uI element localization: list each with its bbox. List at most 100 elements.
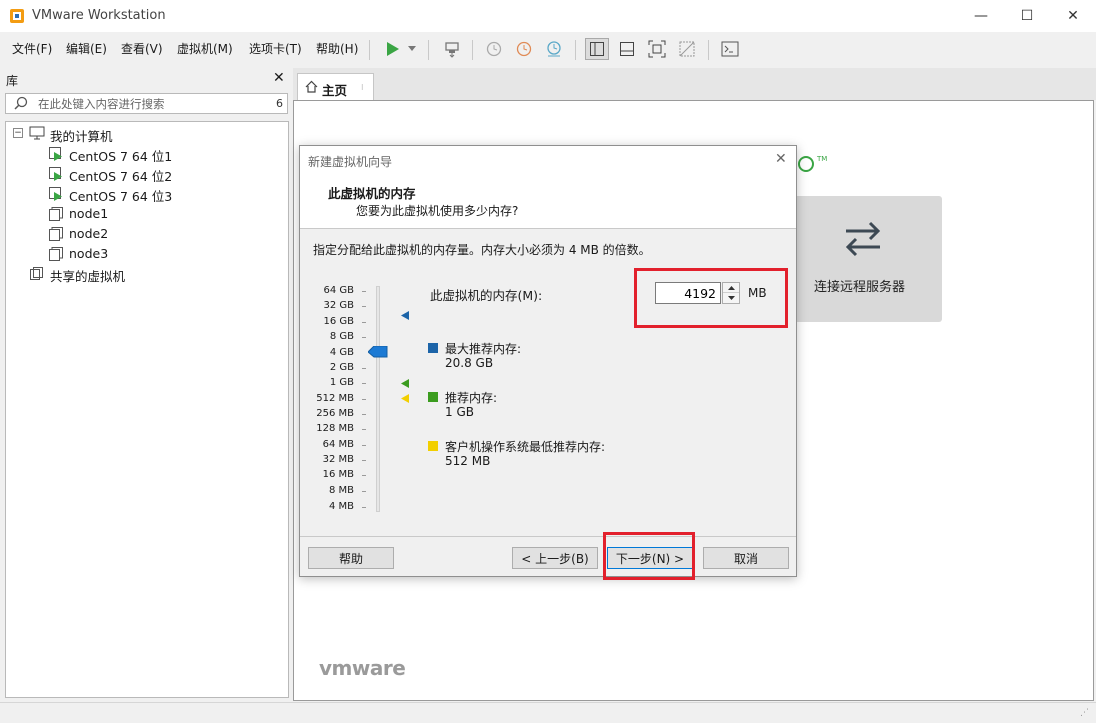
tree-item-centos2[interactable]: CentOS 7 64 位2: [69, 166, 172, 185]
legend-max-value: 20.8 GB: [445, 356, 494, 370]
shared-vms-icon: [30, 267, 44, 284]
scale-tick: [362, 291, 366, 292]
cancel-button[interactable]: 取消: [703, 547, 789, 569]
library-close-button[interactable]: ✕: [273, 70, 285, 86]
menu-vm[interactable]: 虚拟机(M): [177, 40, 233, 57]
close-icon: ✕: [775, 151, 787, 167]
menu-file[interactable]: 文件(F): [12, 40, 52, 57]
scale-label: 16 MB: [322, 469, 354, 480]
tree-item-shared-vms[interactable]: 共享的虚拟机: [50, 266, 125, 285]
help-button[interactable]: 帮助: [308, 547, 394, 569]
scale-tick: [362, 383, 366, 384]
tree-item-node3[interactable]: node3: [69, 246, 108, 261]
snapshot-icon: [486, 41, 502, 57]
revert-snapshot-button[interactable]: [512, 38, 536, 60]
scale-tick: [362, 399, 366, 400]
tree-item-node2[interactable]: node2: [69, 226, 108, 241]
next-highlight-box: [603, 532, 695, 580]
home-icon: [305, 80, 318, 96]
library-title: 库: [6, 74, 19, 88]
menu-help[interactable]: 帮助(H): [316, 40, 358, 57]
scale-tick: [362, 322, 366, 323]
console-icon: [721, 41, 739, 57]
scale-tick: [362, 507, 366, 508]
tree-root-my-computer[interactable]: 我的计算机: [50, 126, 113, 145]
memory-slider-track[interactable]: [376, 286, 380, 512]
play-dropdown[interactable]: [404, 38, 420, 60]
vm-running-icon: [49, 167, 63, 184]
scale-label: 64 GB: [323, 285, 354, 296]
take-snapshot-button[interactable]: [482, 38, 506, 60]
minimize-button[interactable]: —: [958, 0, 1004, 32]
vmware-app-icon: [9, 8, 25, 24]
close-window-button[interactable]: ✕: [1050, 0, 1096, 32]
snapshot-manager-button[interactable]: [542, 38, 566, 60]
status-bar: [0, 702, 1096, 723]
scale-label: 256 MB: [316, 408, 354, 419]
workstation-logo-fragment: TM: [797, 155, 833, 176]
toolbar-separator: [472, 40, 473, 60]
unity-icon: [679, 41, 695, 57]
vm-icon: [49, 247, 63, 264]
svg-text:TM: TM: [816, 155, 827, 163]
dialog-close-button[interactable]: ✕: [775, 151, 787, 167]
collapse-toggle[interactable]: −: [13, 128, 23, 138]
toolbar-separator: [708, 40, 709, 60]
dialog-heading: 此虚拟机的内存: [328, 186, 416, 201]
toolbar-separator: [428, 40, 429, 60]
vm-running-icon: [49, 147, 63, 164]
minimize-icon: —: [974, 8, 988, 24]
thumbnail-bar-icon: [620, 42, 634, 56]
dialog-subheading: 您要为此虚拟机使用多少内存?: [356, 204, 519, 218]
scale-label: 512 MB: [316, 393, 354, 404]
tree-item-centos3[interactable]: CentOS 7 64 位3: [69, 186, 172, 205]
menu-view[interactable]: 查看(V): [121, 40, 163, 57]
dialog-footer-divider: [300, 536, 796, 537]
scale-tick: [362, 414, 366, 415]
back-button[interactable]: < 上一步(B): [512, 547, 598, 569]
tab-pin-icon[interactable]: ⁝: [361, 83, 364, 92]
revert-snapshot-icon: [516, 41, 532, 57]
tree-item-centos1[interactable]: CentOS 7 64 位1: [69, 146, 172, 165]
console-view-button[interactable]: [718, 38, 742, 60]
min-recommended-marker-icon: [401, 393, 410, 407]
fullscreen-button[interactable]: [645, 38, 669, 60]
vm-running-icon: [49, 187, 63, 204]
send-ctrl-alt-del-icon: [445, 42, 459, 58]
scale-label: 1 GB: [329, 377, 354, 388]
dropdown-arrow-icon: [408, 46, 416, 51]
legend-recommended-value: 1 GB: [445, 405, 474, 419]
recommended-marker-icon: [401, 378, 410, 392]
unity-button[interactable]: [675, 38, 699, 60]
legend-min-value: 512 MB: [445, 454, 491, 468]
tree-item-node1[interactable]: node1: [69, 206, 108, 221]
scale-tick: [362, 368, 366, 369]
maximize-button[interactable]: ☐: [1004, 0, 1050, 32]
scale-label: 32 GB: [323, 300, 354, 311]
scale-tick: [362, 491, 366, 492]
menu-tabs[interactable]: 选项卡(T): [249, 40, 302, 57]
scale-tick: [362, 445, 366, 446]
scale-tick: [362, 337, 366, 338]
scale-tick: [362, 306, 366, 307]
library-view-icon: [590, 42, 604, 56]
play-button[interactable]: [380, 38, 404, 60]
legend-max-title: 最大推荐内存:: [445, 342, 522, 356]
send-ctrl-alt-del-button[interactable]: [440, 38, 464, 60]
scale-label: 32 MB: [322, 454, 354, 465]
thumbnail-bar-button[interactable]: [615, 38, 639, 60]
library-view-button[interactable]: [585, 38, 609, 60]
play-icon: [387, 42, 399, 56]
search-result-count: 6: [276, 97, 283, 110]
library-tree: [5, 121, 289, 698]
snapshot-manager-icon: [547, 41, 561, 57]
vm-icon: [49, 227, 63, 244]
memory-slider-thumb[interactable]: [367, 345, 388, 361]
menu-edit[interactable]: 编辑(E): [66, 40, 107, 57]
legend-min-swatch: [428, 441, 438, 451]
window-title: VMware Workstation: [32, 8, 166, 23]
resize-grip-icon[interactable]: ⋰: [1080, 708, 1089, 718]
dialog-instruction: 指定分配给此虚拟机的内存量。内存大小必须为 4 MB 的倍数。: [313, 243, 651, 257]
computer-icon: [29, 126, 45, 143]
scale-tick: [362, 475, 366, 476]
